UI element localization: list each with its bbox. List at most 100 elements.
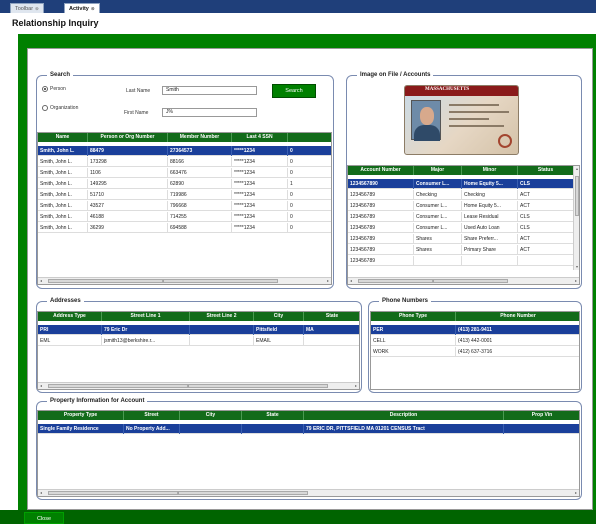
column-header[interactable]: Prop Vin — [504, 411, 579, 420]
scroll-right-icon[interactable]: ▸ — [327, 278, 329, 284]
property-grid: Property Type Street City State Descript… — [37, 410, 580, 497]
cell — [504, 424, 579, 434]
close-icon[interactable]: ⊗ — [35, 6, 39, 11]
first-name-input[interactable]: J% — [162, 108, 257, 117]
cell: 1 — [288, 179, 331, 189]
table-row[interactable]: Smith, John L. 36299 694588 *****1234 0 — [38, 223, 331, 233]
cell: *****1234 — [232, 201, 288, 211]
search-button[interactable]: Search — [272, 84, 316, 98]
scroll-left-icon[interactable]: ◂ — [350, 278, 352, 284]
table-row[interactable]: EML jsmith13@berkshire.r... EMAIL — [38, 336, 359, 346]
drivers-license-image: MASSACHUSETTS — [404, 85, 519, 155]
phone-numbers-legend: Phone Numbers — [379, 298, 432, 304]
face-shape — [420, 107, 434, 125]
table-row[interactable]: Smith, John L. 149295 62890 *****1234 1 — [38, 179, 331, 189]
table-row[interactable]: 123456789 Shares Primary Share ACT — [348, 245, 574, 255]
table-row[interactable]: 123456789 Checking Checking ACT — [348, 190, 574, 200]
cell: 79 ERIC DR, PITTSFIELD MA 01201 CENSUS T… — [304, 424, 504, 434]
table-row[interactable]: Smith, John L. 46188 714255 *****1234 0 — [38, 212, 331, 222]
scroll-down-icon[interactable]: ▾ — [574, 264, 579, 270]
cell: jsmith13@berkshire.r... — [102, 336, 190, 346]
cell — [462, 256, 518, 266]
column-header[interactable]: City — [254, 312, 304, 321]
scrollbar-thumb[interactable]: III — [48, 279, 278, 283]
phone-numbers-grid: Phone Type Phone Number PER (413) 281-941… — [370, 311, 580, 390]
table-row[interactable]: 123456789 Shares Share Preferr... ACT — [348, 234, 574, 244]
table-row[interactable]: 123456789 Consumer L... Home Equity 5... AC… — [348, 201, 574, 211]
horizontal-scrollbar[interactable]: ◂ III ▸ — [38, 277, 331, 284]
cell: 694588 — [168, 223, 232, 233]
table-row[interactable]: Smith, John L. 43527 796668 *****1234 0 — [38, 201, 331, 211]
cell: Home Equity 5... — [462, 201, 518, 211]
cell: (412) 637-3716 — [456, 347, 579, 357]
column-header[interactable]: Property Type — [38, 411, 124, 420]
column-header[interactable]: Account Number — [348, 166, 414, 175]
cell: 36299 — [88, 223, 168, 233]
horizontal-scrollbar[interactable]: ◂ III ▸ — [38, 489, 579, 496]
scroll-left-icon[interactable]: ◂ — [40, 278, 42, 284]
column-header[interactable]: Person or Org Number — [88, 133, 168, 142]
column-header[interactable]: Street Line 1 — [102, 312, 190, 321]
scroll-right-icon[interactable]: ▸ — [575, 278, 577, 284]
organization-radio[interactable] — [42, 105, 48, 111]
column-header[interactable]: Minor — [462, 166, 518, 175]
scroll-left-icon[interactable]: ◂ — [40, 490, 42, 496]
column-header[interactable]: Street Line 2 — [190, 312, 254, 321]
table-row[interactable]: Smith, John L. 1106 663476 *****1234 0 — [38, 168, 331, 178]
license-state: MASSACHUSETTS — [425, 87, 470, 92]
cell — [190, 336, 254, 346]
table-row[interactable]: 123456789 — [348, 256, 574, 266]
addresses-legend: Addresses — [47, 298, 84, 304]
phone-grid-header: Phone Type Phone Number — [371, 312, 579, 321]
table-row[interactable]: Smith, John L. 51710 719986 *****1234 0 — [38, 190, 331, 200]
table-row[interactable]: Single Family Residence No Property Add..… — [38, 424, 579, 434]
close-icon[interactable]: ⊗ — [91, 6, 95, 11]
person-radio[interactable] — [42, 86, 48, 92]
cell: *****1234 — [232, 179, 288, 189]
column-header[interactable]: Name — [38, 133, 88, 142]
cell: 0 — [288, 201, 331, 211]
scroll-up-icon[interactable]: ▴ — [574, 166, 579, 172]
scrollbar-thumb[interactable] — [575, 176, 579, 216]
column-header[interactable]: Description — [304, 411, 504, 420]
column-header[interactable]: State — [242, 411, 304, 420]
close-button[interactable]: Close — [24, 512, 64, 524]
column-header[interactable]: Major — [414, 166, 462, 175]
column-header[interactable]: Phone Number — [456, 312, 579, 321]
tab-toolbar[interactable]: Toolbar ⊗ — [10, 3, 44, 13]
column-header[interactable]: Last 4 SSN — [232, 133, 288, 142]
table-row[interactable]: Smith, John L. 173298 88166 *****1234 0 — [38, 157, 331, 167]
table-row[interactable]: 1234567890 Consumer L... Home Equity 5... C… — [348, 179, 574, 189]
cell: 173298 — [88, 157, 168, 167]
table-row[interactable]: WORK (412) 637-3716 — [371, 347, 579, 357]
scroll-right-icon[interactable]: ▸ — [355, 383, 357, 389]
cell: PRI — [38, 325, 102, 335]
horizontal-scrollbar[interactable]: ◂ III ▸ — [348, 277, 579, 284]
cell: 27364573 — [168, 146, 232, 156]
cell: Consumer L... — [414, 201, 462, 211]
vertical-scrollbar[interactable]: ▴ ▾ — [573, 166, 579, 270]
column-header[interactable]: Street — [124, 411, 180, 420]
column-header[interactable]: State — [304, 312, 359, 321]
scroll-left-icon[interactable]: ◂ — [40, 383, 42, 389]
table-row[interactable]: CELL (413) 442-0001 — [371, 336, 579, 346]
column-header[interactable]: Status — [518, 166, 574, 175]
table-row[interactable]: Smith, John L. 88479 27364573 *****1234 0 — [38, 146, 331, 156]
scrollbar-thumb[interactable]: III — [48, 384, 328, 388]
column-header[interactable]: Member Number — [168, 133, 232, 142]
column-header[interactable] — [288, 133, 331, 142]
scrollbar-thumb[interactable]: III — [48, 491, 308, 495]
column-header[interactable]: Address Type — [38, 312, 102, 321]
column-header[interactable]: Phone Type — [371, 312, 456, 321]
table-row[interactable]: 123456789 Consumer L... Used Auto Loan CLS — [348, 223, 574, 233]
cell: (413) 281-9411 — [456, 325, 579, 335]
tab-activity[interactable]: Activity ⊗ — [64, 3, 100, 13]
table-row[interactable]: 123456789 Consumer L... Lease Residual CLS — [348, 212, 574, 222]
scrollbar-thumb[interactable]: III — [358, 279, 508, 283]
last-name-input[interactable]: Smith — [162, 86, 257, 95]
scroll-right-icon[interactable]: ▸ — [575, 490, 577, 496]
table-row[interactable]: PRI 79 Eric Dr Pittsfield MA — [38, 325, 359, 335]
table-row[interactable]: PER (413) 281-9411 — [371, 325, 579, 335]
horizontal-scrollbar[interactable]: ◂ III ▸ — [38, 382, 359, 389]
column-header[interactable]: City — [180, 411, 242, 420]
